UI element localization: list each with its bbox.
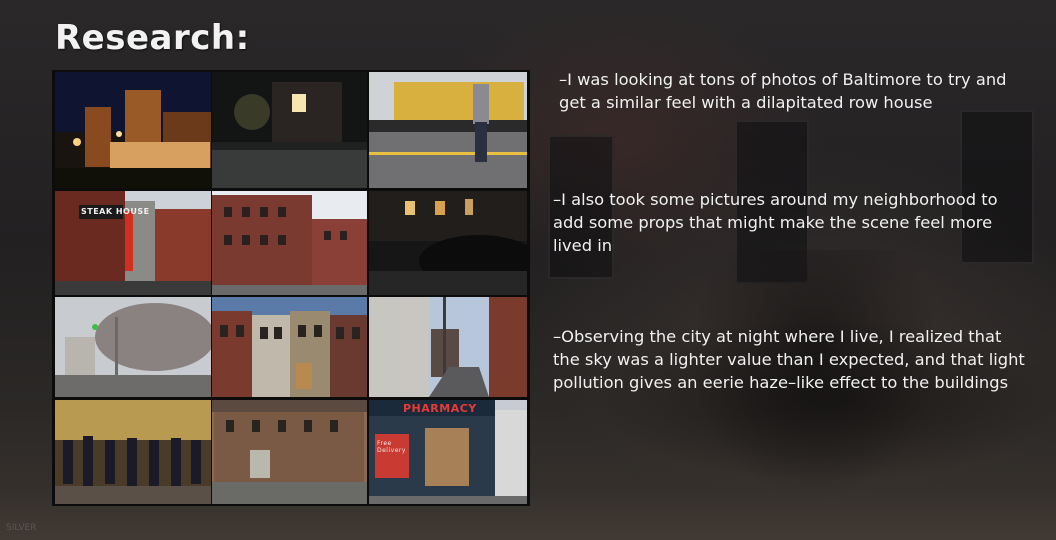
- note-night-sky-observation: –Observing the city at night where I liv…: [553, 327, 1025, 392]
- photo-night-porch-car: [369, 191, 527, 295]
- steak-house-sign: STEAK HOUSE: [81, 207, 150, 216]
- photo-brick-warehouse: [212, 191, 367, 295]
- note-baltimore-photos: –I was looking at tons of photos of Balt…: [559, 70, 1007, 112]
- photo-smoke-intersection: [55, 297, 211, 397]
- photo-night-row-house: [212, 72, 367, 188]
- photo-row-houses: [212, 297, 367, 397]
- note-neighborhood-props: –I also took some pictures around my nei…: [553, 190, 998, 255]
- photo-corner-building: [212, 400, 367, 504]
- photo-narrow-street: [369, 297, 527, 397]
- photo-riot-police: [55, 400, 211, 504]
- slide-title: Research:: [55, 18, 250, 58]
- photo-collage: STEAK HOUSE PHARMACY Free Delivery: [52, 70, 530, 506]
- free-delivery-sign: Free Delivery: [377, 440, 406, 454]
- watermark-signature: SILVER: [6, 523, 37, 533]
- photo-steak-house-street: STEAK HOUSE: [55, 191, 211, 295]
- photo-street-crowd-hoodie: [369, 72, 527, 188]
- pharmacy-sign: PHARMACY: [403, 402, 477, 415]
- photo-boarded-pharmacy: PHARMACY Free Delivery: [369, 400, 527, 504]
- photo-night-skyline: [55, 72, 211, 188]
